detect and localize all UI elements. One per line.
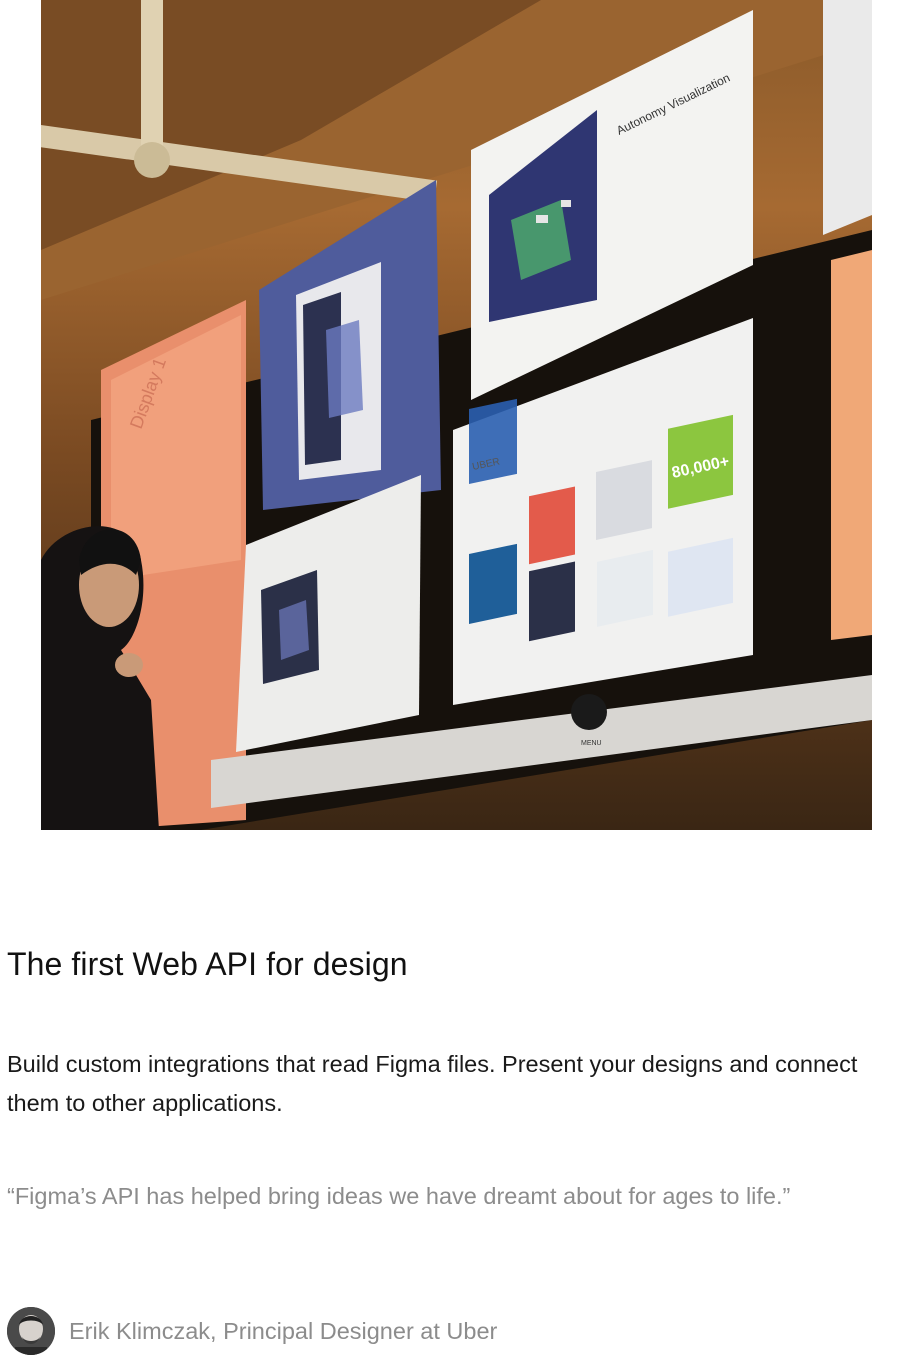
attribution-text: Erik Klimczak, Principal Designer at Ube… — [69, 1317, 498, 1344]
testimonial-quote: “Figma’s API has helped bring ideas we h… — [7, 1183, 791, 1209]
body-copy: Build custom integrations that read Figm… — [7, 1051, 858, 1116]
testimonial-attribution: Erik Klimczak, Principal Designer at Ube… — [7, 1306, 497, 1356]
headline: The first Web API for design — [7, 946, 408, 982]
hero-photo: Autonomy Visualization UBER 80,000+ Disp… — [41, 0, 872, 830]
menu-label-text: MENU — [581, 740, 602, 747]
avatar — [7, 1307, 55, 1355]
